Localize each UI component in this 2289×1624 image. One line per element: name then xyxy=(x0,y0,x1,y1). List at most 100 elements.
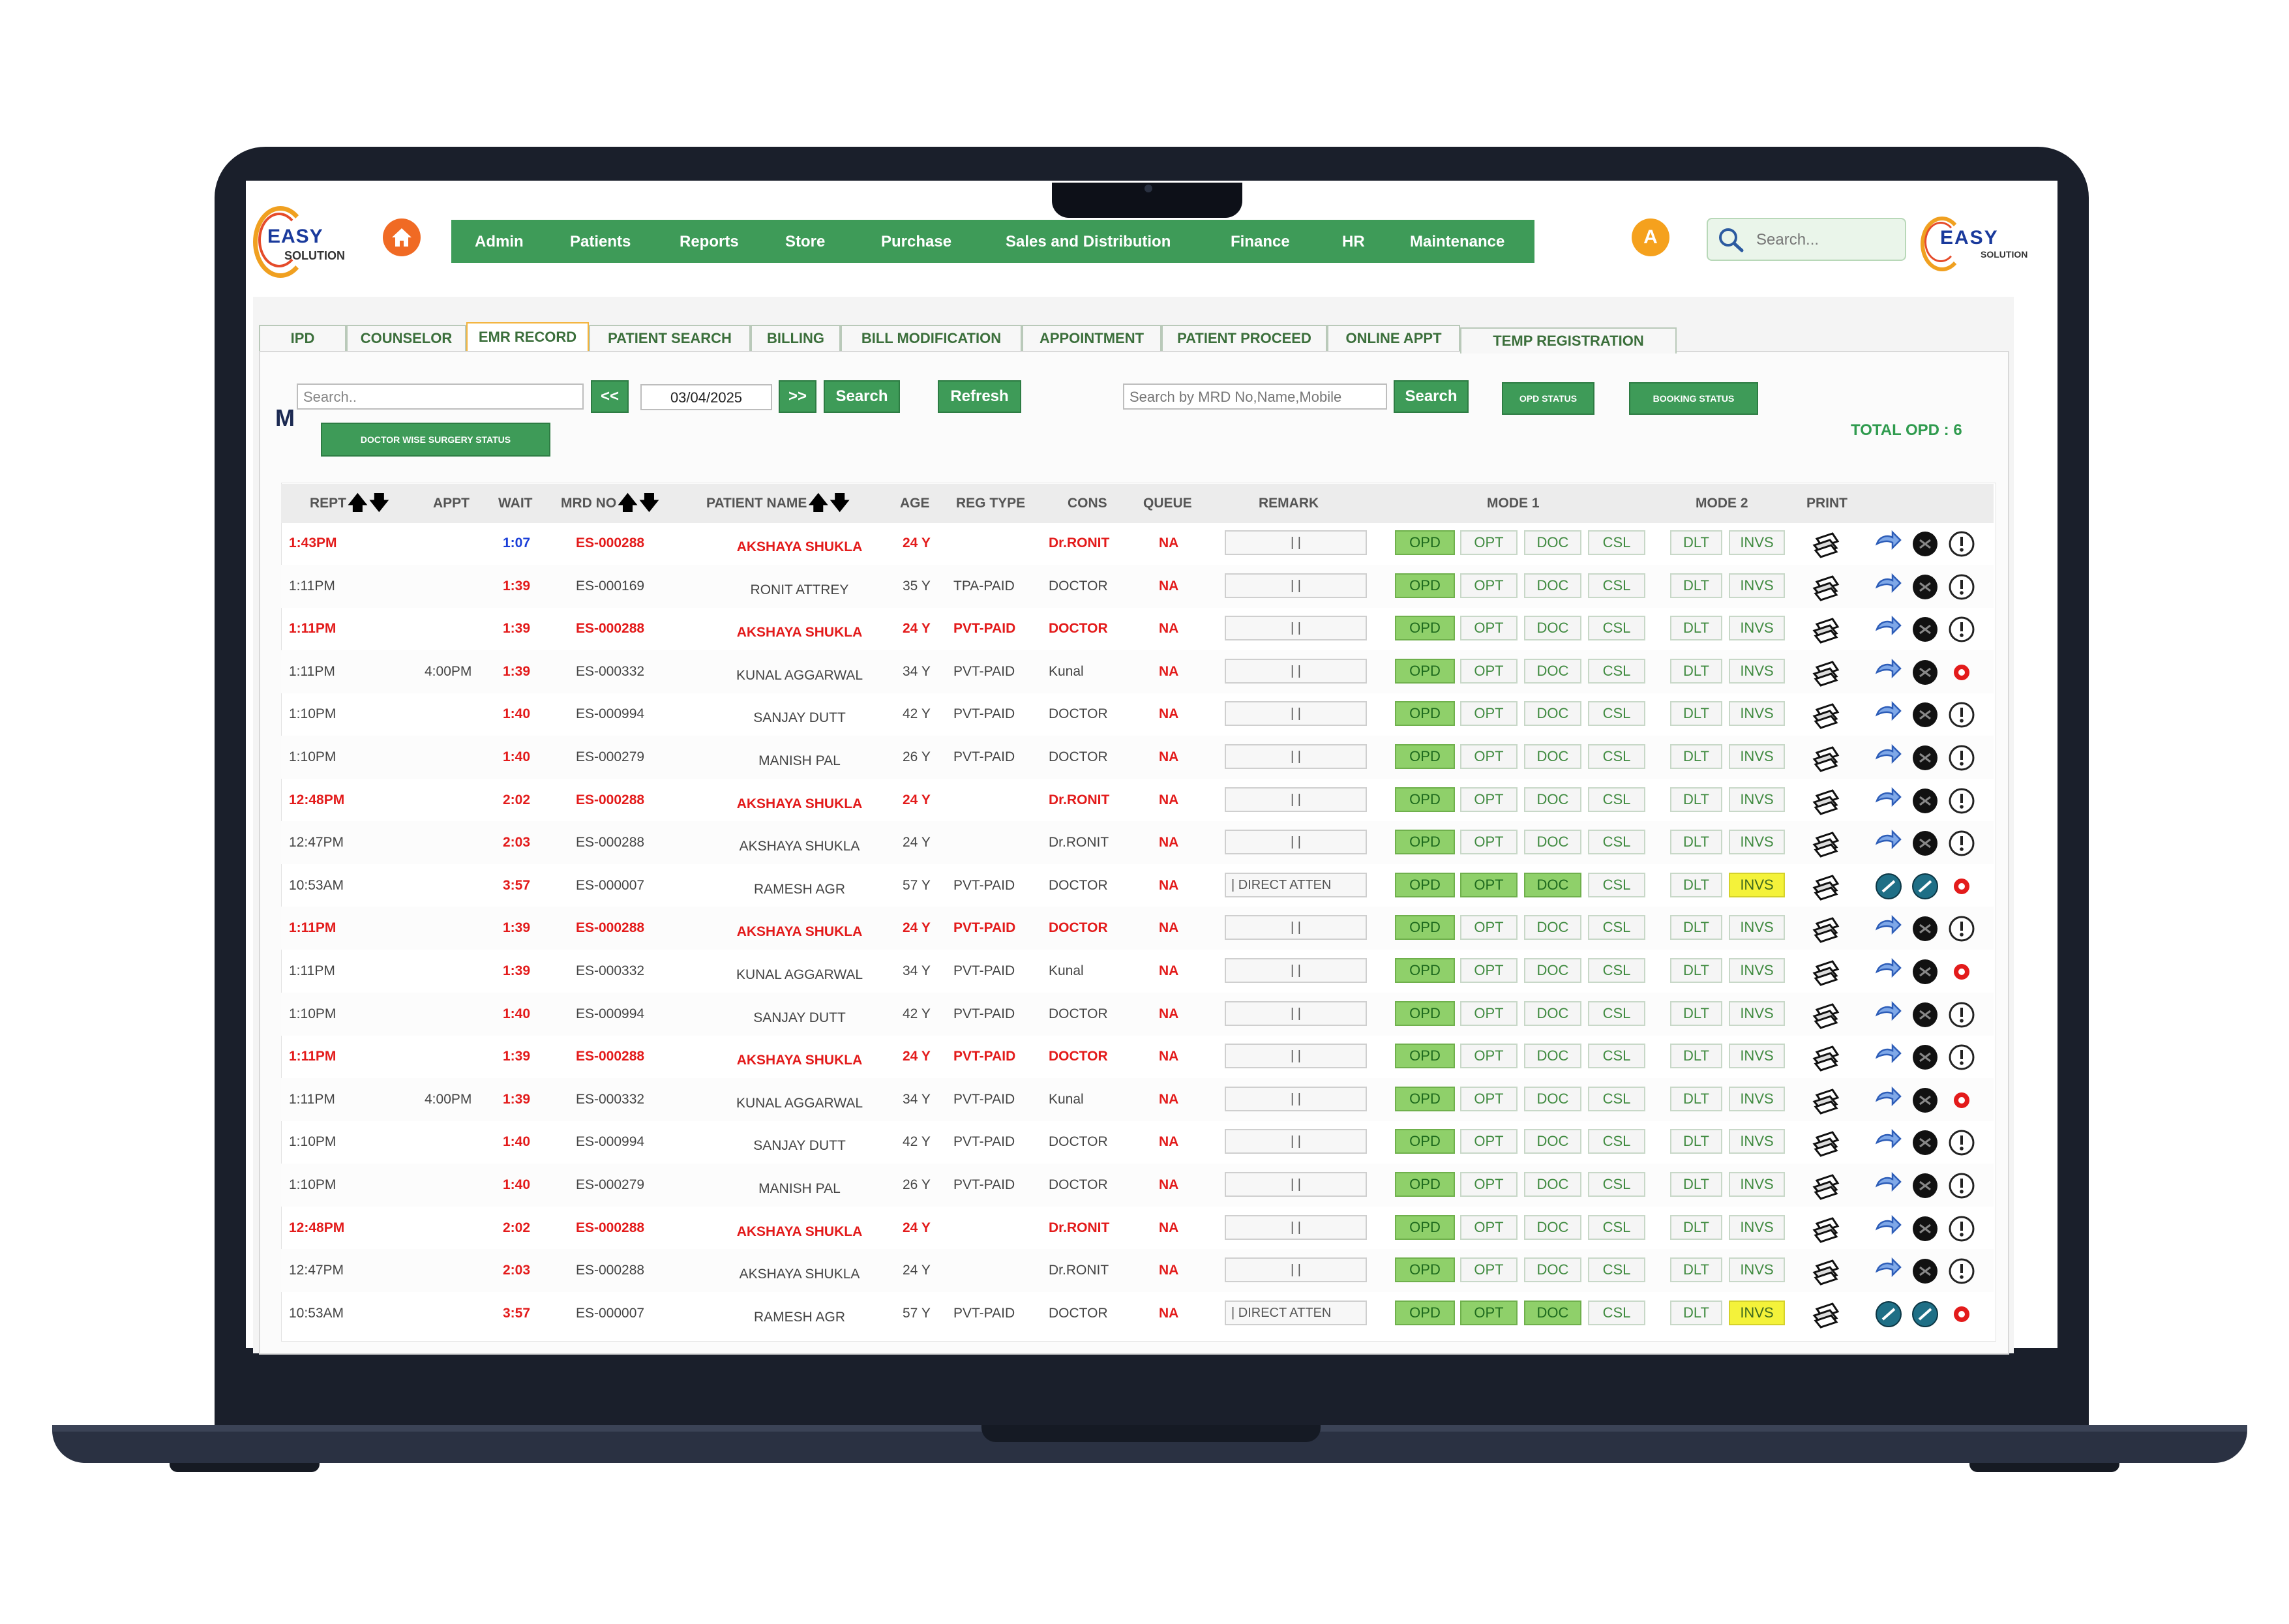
share-icon[interactable] xyxy=(1874,700,1903,730)
doc-button[interactable]: DOC xyxy=(1524,573,1581,598)
csl-button[interactable]: CSL xyxy=(1588,744,1645,769)
nav-maintenance[interactable]: Maintenance xyxy=(1410,233,1504,251)
status-dot-icon[interactable] xyxy=(1911,573,1939,605)
opd-button[interactable]: OPD xyxy=(1395,1044,1455,1068)
remark-field[interactable]: | | xyxy=(1225,1215,1367,1240)
share-icon[interactable] xyxy=(1874,744,1903,773)
share-icon[interactable] xyxy=(1874,914,1903,944)
dlt-button[interactable]: DLT xyxy=(1670,530,1722,555)
dlt-button[interactable]: DLT xyxy=(1670,1257,1722,1282)
table-row[interactable]: 1:43PM 1:07 ES-000288 AKSHAYA SHUKLA 24 Y Dr.… xyxy=(281,522,1994,565)
table-row[interactable]: 1:11PM 1:39 ES-000288 AKSHAYA SHUKLA 24 Y PVT… xyxy=(281,907,1994,950)
status-dot-icon[interactable] xyxy=(1911,658,1939,690)
dlt-button[interactable]: DLT xyxy=(1670,1172,1722,1197)
status-dot-icon[interactable] xyxy=(1911,530,1939,562)
print-icon[interactable] xyxy=(1810,657,1842,691)
opd-button[interactable]: OPD xyxy=(1395,958,1455,983)
patient-name[interactable]: RAMESH AGR xyxy=(728,882,871,897)
patient-name[interactable]: AKSHAYA SHUKLA xyxy=(728,924,871,940)
alert-icon[interactable] xyxy=(1947,1300,1976,1332)
tab-online-appt[interactable]: ONLINE APPT xyxy=(1327,325,1460,351)
print-icon[interactable] xyxy=(1810,913,1842,948)
info-icon[interactable] xyxy=(1947,1000,1976,1032)
status-dot-icon[interactable] xyxy=(1911,1043,1939,1075)
status-dot-icon[interactable] xyxy=(1911,1000,1939,1032)
opt-button[interactable]: OPT xyxy=(1460,1301,1518,1325)
tab-counselor[interactable]: COUNSELOR xyxy=(346,325,466,351)
print-icon[interactable] xyxy=(1810,571,1842,606)
tab-patient-proceed[interactable]: PATIENT PROCEED xyxy=(1161,325,1327,351)
remark-field[interactable]: | | xyxy=(1225,1087,1367,1111)
patient-name[interactable]: AKSHAYA SHUKLA xyxy=(728,839,871,854)
table-row[interactable]: 1:11PM 4:00PM 1:39 ES-000332 KUNAL AGGARWAL 3… xyxy=(281,1078,1994,1121)
opt-button[interactable]: OPT xyxy=(1460,830,1518,854)
doc-button[interactable]: DOC xyxy=(1524,958,1581,983)
opt-button[interactable]: OPT xyxy=(1460,1087,1518,1111)
doc-button[interactable]: DOC xyxy=(1524,1257,1581,1282)
opd-button[interactable]: OPD xyxy=(1395,744,1455,769)
table-row[interactable]: 1:11PM 4:00PM 1:39 ES-000332 KUNAL AGGARWAL 3… xyxy=(281,650,1994,693)
patient-name[interactable]: MANISH PAL xyxy=(728,1181,871,1197)
emr-search-input[interactable]: Search.. xyxy=(297,383,584,410)
table-row[interactable]: 10:53AM 3:57 ES-000007 RAMESH AGR 57 Y PVT-PA… xyxy=(281,864,1994,907)
opd-button[interactable]: OPD xyxy=(1395,1257,1455,1282)
csl-button[interactable]: CSL xyxy=(1588,1087,1645,1111)
opd-button[interactable]: OPD xyxy=(1395,1129,1455,1154)
csl-button[interactable]: CSL xyxy=(1588,701,1645,726)
csl-button[interactable]: CSL xyxy=(1588,1172,1645,1197)
table-row[interactable]: 12:48PM 2:02 ES-000288 AKSHAYA SHUKLA 24 Y Dr… xyxy=(281,779,1994,822)
table-row[interactable]: 10:53AM 3:57 ES-000007 RAMESH AGR 57 Y PVT-PA… xyxy=(281,1292,1994,1335)
status-dot-icon[interactable] xyxy=(1911,1214,1939,1246)
doctor-wise-surgery-status-button[interactable]: DOCTOR WISE SURGERY STATUS xyxy=(321,423,550,457)
edit-icon[interactable] xyxy=(1911,872,1939,904)
print-icon[interactable] xyxy=(1810,742,1842,777)
sort-down-icon[interactable]: 🡇 xyxy=(830,494,850,513)
share-icon[interactable] xyxy=(1874,615,1903,644)
opt-button[interactable]: OPT xyxy=(1460,1257,1518,1282)
patient-name[interactable]: AKSHAYA SHUKLA xyxy=(728,796,871,812)
print-icon[interactable] xyxy=(1810,999,1842,1034)
doc-button[interactable]: DOC xyxy=(1524,1087,1581,1111)
opt-button[interactable]: OPT xyxy=(1460,958,1518,983)
edit-icon[interactable] xyxy=(1874,872,1903,904)
invs-button[interactable]: INVS xyxy=(1729,530,1785,555)
previous-date-button[interactable]: << xyxy=(591,380,629,413)
csl-button[interactable]: CSL xyxy=(1588,915,1645,940)
sort-up-icon[interactable]: 🡅 xyxy=(348,494,368,513)
status-dot-icon[interactable] xyxy=(1911,744,1939,775)
csl-button[interactable]: CSL xyxy=(1588,573,1645,598)
invs-button[interactable]: INVS xyxy=(1729,701,1785,726)
invs-button[interactable]: INVS xyxy=(1729,873,1785,897)
share-icon[interactable] xyxy=(1874,1214,1903,1244)
info-icon[interactable] xyxy=(1947,787,1976,819)
info-icon[interactable] xyxy=(1947,1043,1976,1075)
nav-admin[interactable]: Admin xyxy=(475,233,524,251)
doc-button[interactable]: DOC xyxy=(1524,1215,1581,1240)
remark-field[interactable]: | | xyxy=(1225,1001,1367,1026)
info-icon[interactable] xyxy=(1947,573,1976,605)
opd-button[interactable]: OPD xyxy=(1395,701,1455,726)
csl-button[interactable]: CSL xyxy=(1588,530,1645,555)
share-icon[interactable] xyxy=(1874,658,1903,687)
print-icon[interactable] xyxy=(1810,1085,1842,1119)
col-patient-name[interactable]: PATIENT NAME 🡅 🡇 xyxy=(706,494,850,513)
table-row[interactable]: 1:10PM 1:40 ES-000994 SANJAY DUTT 42 Y PVT-PA… xyxy=(281,993,1994,1036)
dlt-button[interactable]: DLT xyxy=(1670,873,1722,897)
share-icon[interactable] xyxy=(1874,1171,1903,1201)
csl-button[interactable]: CSL xyxy=(1588,1044,1645,1068)
edit-icon[interactable] xyxy=(1874,1300,1903,1332)
opt-button[interactable]: OPT xyxy=(1460,873,1518,897)
remark-field[interactable]: | | xyxy=(1225,1129,1367,1154)
opt-button[interactable]: OPT xyxy=(1460,530,1518,555)
share-icon[interactable] xyxy=(1874,787,1903,816)
opt-button[interactable]: OPT xyxy=(1460,915,1518,940)
patient-name[interactable]: KUNAL AGGARWAL xyxy=(728,668,871,684)
csl-button[interactable]: CSL xyxy=(1588,787,1645,812)
share-icon[interactable] xyxy=(1874,957,1903,987)
tab-temp-registration[interactable]: TEMP REGISTRATION xyxy=(1460,327,1677,353)
patient-name[interactable]: SANJAY DUTT xyxy=(728,1138,871,1154)
share-icon[interactable] xyxy=(1874,1128,1903,1158)
invs-button[interactable]: INVS xyxy=(1729,1301,1785,1325)
print-icon[interactable] xyxy=(1810,871,1842,905)
status-dot-icon[interactable] xyxy=(1911,957,1939,989)
